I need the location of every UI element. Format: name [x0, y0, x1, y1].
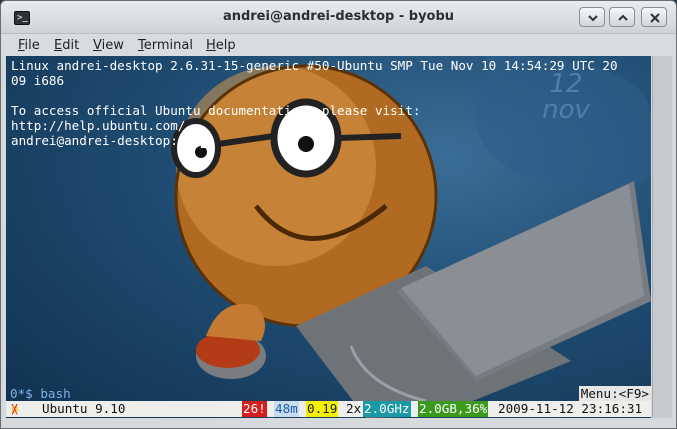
distro-label: Ubuntu 9.10: [42, 401, 126, 416]
terminal-output: Linux andrei-desktop 2.6.31-15-generic #…: [11, 58, 618, 148]
memory-used: 48m: [274, 401, 299, 417]
close-icon: [650, 13, 660, 23]
maximize-button[interactable]: [609, 7, 635, 27]
menu-terminal[interactable]: Terminal: [138, 38, 193, 53]
terminal-line: ​: [11, 88, 618, 103]
terminal-prompt[interactable]: andrei@andrei-desktop:~$ _: [11, 133, 618, 148]
menu-file[interactable]: File: [18, 38, 40, 53]
menu-bar: File Edit View Terminal Help: [1, 34, 676, 56]
terminal-window: >_ andrei@andrei-desktop - byobu File Ed…: [0, 0, 677, 429]
window-list-item[interactable]: 0*$ bash: [10, 386, 71, 401]
scrollbar[interactable]: [652, 56, 672, 418]
datetime: 2009-11-12 23:16:31: [498, 401, 643, 416]
cpu-frequency: 2.0GHz: [363, 401, 411, 417]
terminal-line: http://help.ubuntu.com/: [11, 118, 186, 133]
menu-help[interactable]: Help: [206, 38, 236, 53]
byobu-menu-hint[interactable]: Menu:<F9>: [578, 386, 651, 401]
byobu-window-list: 0*$ bash Menu:<F9>: [6, 386, 651, 401]
memory-usage: 2.0GB,36%: [418, 401, 489, 417]
cursor: _: [200, 133, 209, 148]
menu-edit[interactable]: Edit: [54, 38, 79, 53]
cpu-count: 2x: [346, 401, 362, 416]
menu-view[interactable]: View: [93, 38, 124, 53]
load-average: 0.19: [306, 401, 339, 417]
terminal-line: Linux andrei-desktop 2.6.31-15-generic #…: [11, 58, 618, 73]
terminal-line: 09 i686: [11, 73, 65, 88]
terminal-line: To access official Ubuntu documentation,…: [11, 103, 421, 118]
close-button[interactable]: [641, 7, 667, 27]
minimize-icon: [588, 15, 598, 22]
window-title: andrei@andrei-desktop - byobu: [222, 9, 455, 24]
byobu-status-bar: \ o / Ubuntu 9.10 26! 48m 0.19 2x 2.0GHz 2…: [6, 401, 651, 417]
updates-badge: 26!: [242, 401, 267, 417]
maximize-icon: [618, 14, 628, 21]
minimize-button[interactable]: [579, 7, 605, 27]
terminal-area[interactable]: 12 nov Linux andrei-desktop 2.6.31-15-ge…: [6, 56, 651, 418]
title-bar[interactable]: >_ andrei@andrei-desktop - byobu: [1, 1, 676, 34]
